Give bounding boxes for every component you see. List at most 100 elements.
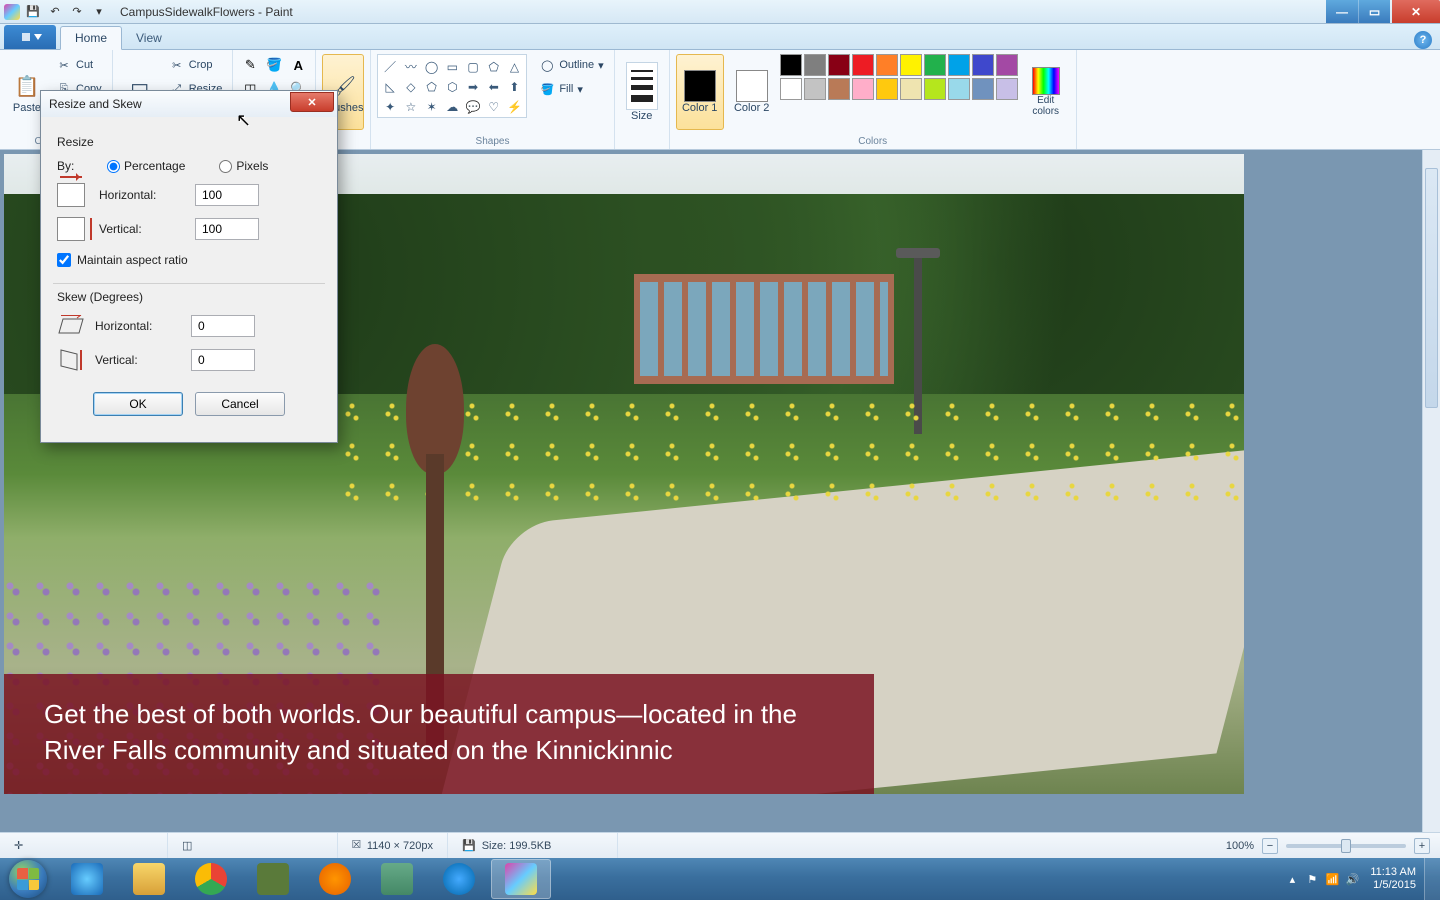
- pencil-tool[interactable]: ✎: [239, 54, 261, 76]
- color-swatch[interactable]: [780, 78, 802, 100]
- color1-button[interactable]: Color 1: [676, 54, 724, 130]
- scrollbar-thumb[interactable]: [1425, 168, 1438, 408]
- edit-colors-button[interactable]: Edit colors: [1022, 54, 1070, 130]
- tray-network-icon[interactable]: 📶: [1322, 873, 1342, 886]
- color-swatch[interactable]: [972, 78, 994, 100]
- zoom-in-button[interactable]: +: [1414, 838, 1430, 854]
- crop-button[interactable]: ✂Crop: [165, 54, 227, 76]
- taskbar-ie[interactable]: [57, 859, 117, 899]
- tab-view[interactable]: View: [122, 27, 176, 49]
- color-swatch[interactable]: [924, 54, 946, 76]
- color-swatch[interactable]: [948, 54, 970, 76]
- color-swatch[interactable]: [900, 78, 922, 100]
- tray-flag-icon[interactable]: ⚑: [1302, 873, 1322, 886]
- ok-button[interactable]: OK: [93, 392, 183, 416]
- shape-callout2-icon[interactable]: 💬: [463, 97, 483, 116]
- paint-app-icon: [4, 4, 20, 20]
- taskbar-paint[interactable]: [491, 859, 551, 899]
- help-icon[interactable]: ?: [1414, 31, 1432, 49]
- vertical-scrollbar[interactable]: [1422, 150, 1440, 832]
- tray-clock[interactable]: 11:13 AM 1/5/2015: [1362, 866, 1424, 892]
- shape-lightning-icon[interactable]: ⚡: [505, 97, 525, 116]
- color2-button[interactable]: Color 2: [728, 54, 776, 130]
- shape-pentagon-icon[interactable]: ⬠: [422, 77, 442, 96]
- zoom-out-button[interactable]: −: [1262, 838, 1278, 854]
- color-swatch[interactable]: [828, 78, 850, 100]
- shape-oval-icon[interactable]: ◯: [422, 57, 442, 76]
- taskbar-app2[interactable]: [367, 859, 427, 899]
- color-swatch[interactable]: [828, 54, 850, 76]
- shape-star6-icon[interactable]: ✶: [422, 97, 442, 116]
- qat-customize-icon[interactable]: ▾: [90, 3, 108, 21]
- taskbar-app1[interactable]: [243, 859, 303, 899]
- radio-percentage[interactable]: Percentage: [107, 159, 185, 173]
- size-button[interactable]: Size: [621, 54, 663, 130]
- shape-star4-icon[interactable]: ✦: [380, 97, 400, 116]
- color-swatch[interactable]: [900, 54, 922, 76]
- shape-diamond-icon[interactable]: ◇: [401, 77, 421, 96]
- zoom-slider-thumb[interactable]: [1341, 839, 1351, 853]
- qat-undo-icon[interactable]: ↶: [46, 3, 64, 21]
- taskbar-chrome[interactable]: [181, 859, 241, 899]
- color-swatch[interactable]: [852, 54, 874, 76]
- wmp-icon: [443, 863, 475, 895]
- shape-polygon-icon[interactable]: ⬠: [484, 57, 504, 76]
- zoom-slider[interactable]: [1286, 844, 1406, 848]
- file-menu-button[interactable]: [4, 25, 56, 49]
- tray-volume-icon[interactable]: 🔊: [1342, 873, 1362, 886]
- color-swatch[interactable]: [924, 78, 946, 100]
- shape-roundrect-icon[interactable]: ▢: [463, 57, 483, 76]
- color-swatch[interactable]: [972, 54, 994, 76]
- shape-triangle-icon[interactable]: △: [505, 57, 525, 76]
- shape-rtriangle-icon[interactable]: ◺: [380, 77, 400, 96]
- start-button[interactable]: [0, 858, 56, 900]
- shape-rect-icon[interactable]: ▭: [442, 57, 462, 76]
- taskbar-firefox[interactable]: [305, 859, 365, 899]
- color-swatch[interactable]: [852, 78, 874, 100]
- shape-star5-icon[interactable]: ☆: [401, 97, 421, 116]
- shape-arrowr-icon[interactable]: ➡: [463, 77, 483, 96]
- status-dimensions: ⮽1140 × 720px: [338, 833, 448, 858]
- color-swatch[interactable]: [876, 78, 898, 100]
- resize-vertical-input[interactable]: [195, 218, 259, 240]
- radio-pixels[interactable]: Pixels: [219, 159, 268, 173]
- shape-callout-icon[interactable]: ☁: [442, 97, 462, 116]
- color-swatch[interactable]: [780, 54, 802, 76]
- color-swatch[interactable]: [948, 78, 970, 100]
- qat-save-icon[interactable]: 💾: [24, 3, 42, 21]
- color-swatch[interactable]: [996, 54, 1018, 76]
- shape-line-icon[interactable]: ／: [380, 57, 400, 76]
- window-minimize-button[interactable]: —: [1326, 0, 1358, 23]
- fill-tool[interactable]: 🪣: [263, 54, 285, 76]
- shape-fill-button[interactable]: 🪣Fill ▾: [535, 78, 607, 100]
- shape-arrowu-icon[interactable]: ⬆: [505, 77, 525, 96]
- shape-arrowl-icon[interactable]: ⬅: [484, 77, 504, 96]
- color-swatch[interactable]: [804, 54, 826, 76]
- disk-icon: 💾: [462, 839, 476, 852]
- dialog-close-button[interactable]: ✕: [290, 92, 334, 112]
- qat-redo-icon[interactable]: ↷: [68, 3, 86, 21]
- tray-up-icon[interactable]: ▴: [1282, 873, 1302, 886]
- cut-button[interactable]: ✂Cut: [52, 54, 106, 76]
- shape-hexagon-icon[interactable]: ⬡: [442, 77, 462, 96]
- taskbar-explorer[interactable]: [119, 859, 179, 899]
- resize-horizontal-input[interactable]: [195, 184, 259, 206]
- cancel-button[interactable]: Cancel: [195, 392, 285, 416]
- tab-home[interactable]: Home: [60, 26, 122, 50]
- text-tool[interactable]: A: [287, 54, 309, 76]
- window-close-button[interactable]: ✕: [1392, 0, 1440, 23]
- skew-horizontal-input[interactable]: [191, 315, 255, 337]
- skew-vertical-input[interactable]: [191, 349, 255, 371]
- show-desktop-button[interactable]: [1424, 858, 1440, 900]
- shape-outline-button[interactable]: ◯Outline ▾: [535, 54, 607, 76]
- window-maximize-button[interactable]: ▭: [1358, 0, 1390, 23]
- color-swatch[interactable]: [996, 78, 1018, 100]
- shape-heart-icon[interactable]: ♡: [484, 97, 504, 116]
- taskbar-mediaplayer[interactable]: [429, 859, 489, 899]
- shape-curve-icon[interactable]: 〰: [401, 57, 421, 76]
- color-swatch[interactable]: [876, 54, 898, 76]
- maintain-aspect-checkbox[interactable]: Maintain aspect ratio: [57, 253, 321, 267]
- color-swatch[interactable]: [804, 78, 826, 100]
- dialog-titlebar[interactable]: Resize and Skew ✕: [41, 91, 337, 117]
- shapes-gallery[interactable]: ／ 〰 ◯ ▭ ▢ ⬠ △ ◺ ◇ ⬠ ⬡ ➡ ⬅ ⬆ ✦ ☆ ✶ ☁ 💬 ♡: [377, 54, 527, 118]
